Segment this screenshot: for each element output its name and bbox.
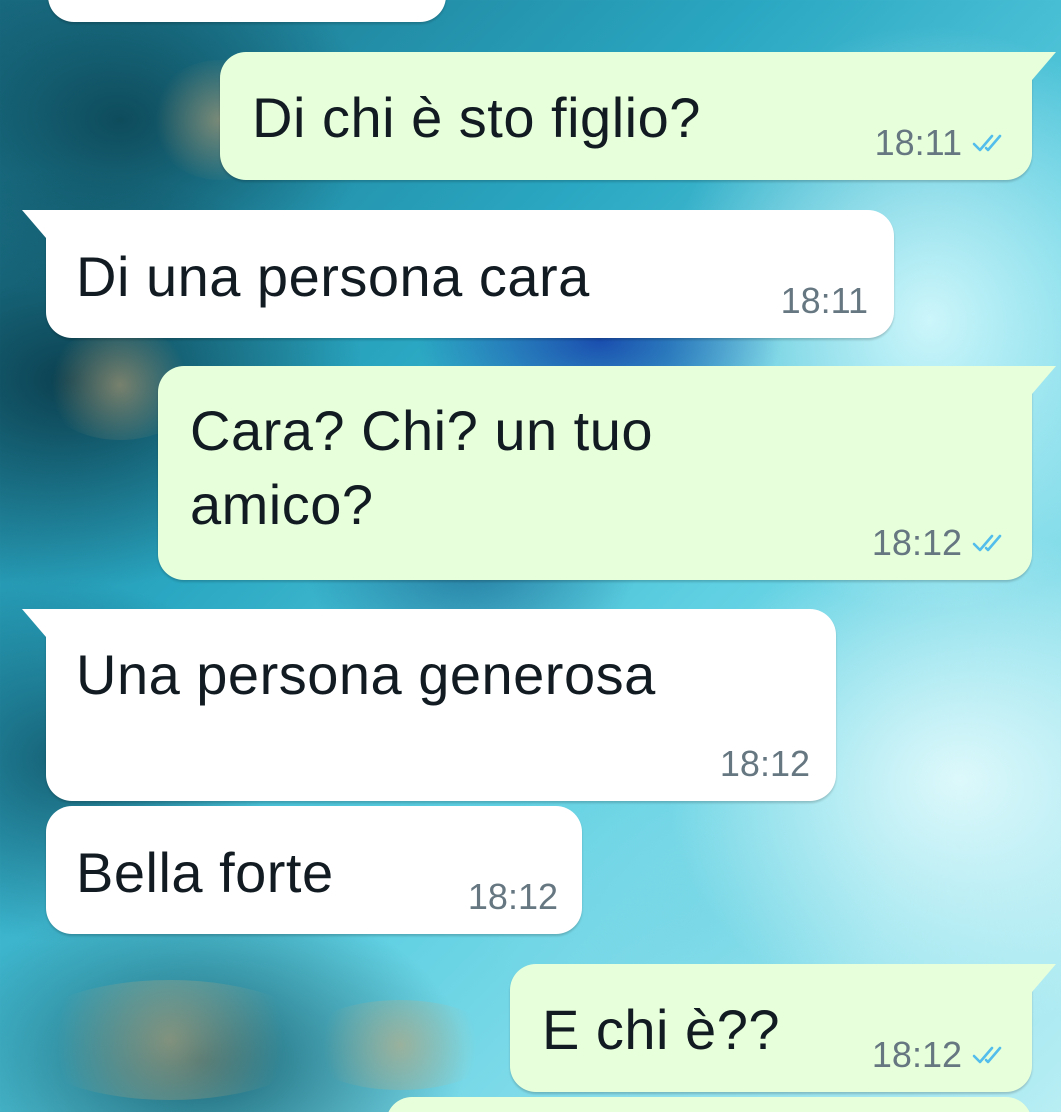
message-bubble-outgoing[interactable]: Di chi è sto figlio? 18:11	[220, 52, 1056, 180]
message-text: Di una persona cara	[76, 245, 590, 308]
message-meta: 18:11	[875, 122, 1008, 164]
message-text: E chi è??	[542, 998, 780, 1061]
previous-message-bubble[interactable]	[48, 0, 446, 22]
message-bubble-outgoing[interactable]: Cara? Chi? un tuo amico? 18:12	[158, 366, 1056, 580]
message-meta: 18:12	[872, 522, 1008, 564]
read-double-check-icon	[972, 134, 1002, 152]
message-time: 18:12	[871, 522, 962, 563]
next-message-bubble[interactable]	[386, 1097, 1032, 1112]
message-meta: 18:12	[468, 876, 558, 918]
bubble-tail	[1032, 366, 1056, 394]
message-bubble-outgoing[interactable]: E chi è?? 18:12	[510, 964, 1056, 1092]
bubble-tail	[22, 210, 46, 238]
bubble-tail	[22, 609, 46, 637]
message-text: Cara? Chi? un tuo amico?	[190, 399, 670, 536]
message-meta: 18:11	[781, 280, 868, 322]
message-meta: 18:12	[720, 743, 810, 785]
message-time: 18:12	[467, 876, 558, 917]
message-text: Bella forte	[76, 841, 334, 904]
read-double-check-icon	[972, 1046, 1002, 1064]
message-meta: 18:12	[872, 1034, 1008, 1076]
message-time: 18:12	[719, 743, 810, 784]
message-time: 18:12	[871, 1034, 962, 1075]
bubble-tail	[1032, 964, 1056, 992]
message-text: Di chi è sto figlio?	[252, 86, 701, 149]
message-text: Una persona generosa	[76, 643, 656, 706]
message-bubble-incoming[interactable]: Di una persona cara 18:11	[22, 210, 894, 338]
message-bubble-incoming[interactable]: Una persona generosa 18:12	[22, 609, 836, 801]
read-double-check-icon	[972, 534, 1002, 552]
message-time: 18:11	[780, 280, 868, 321]
message-time: 18:11	[874, 122, 962, 163]
bubble-tail	[1032, 52, 1056, 80]
message-bubble-incoming[interactable]: Bella forte 18:12	[46, 806, 582, 934]
